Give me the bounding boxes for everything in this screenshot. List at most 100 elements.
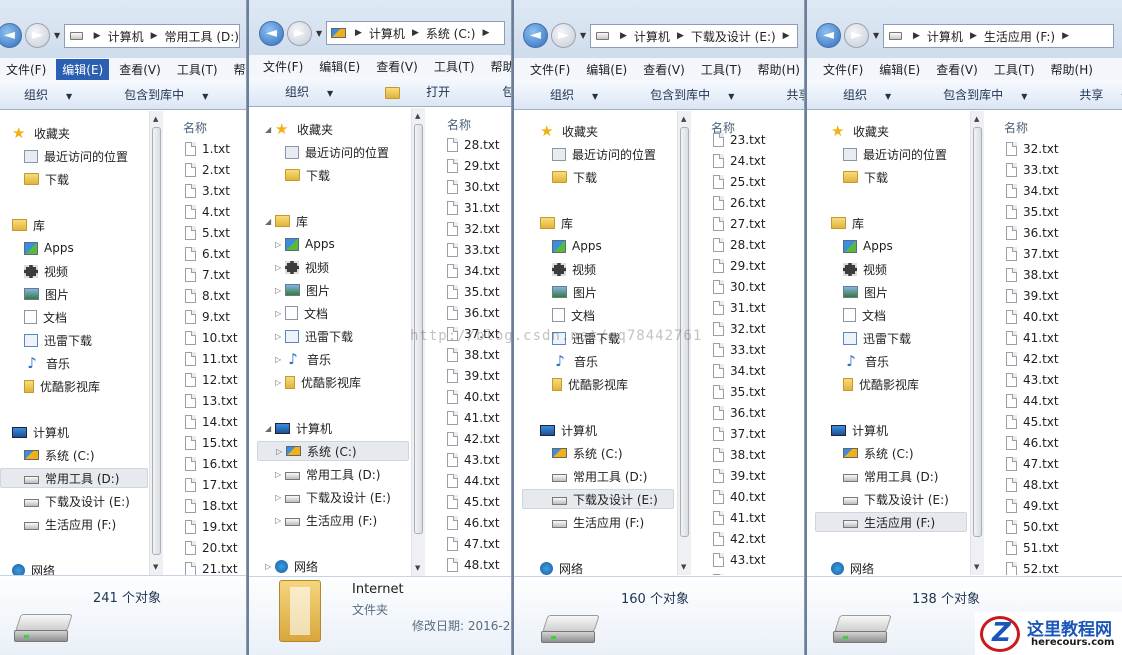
breadcrumb-item[interactable]: 常用工具 (D:) bbox=[165, 28, 239, 45]
file-row[interactable]: 41.txt bbox=[713, 509, 766, 527]
scroll-up-arrow-icon[interactable]: ▲ bbox=[415, 112, 420, 120]
menu-view[interactable]: 查看(V) bbox=[113, 59, 167, 80]
nav-libraries[interactable]: ◢ 库 bbox=[265, 211, 308, 231]
nav-drive-e[interactable]: 下载及设计 (E:) bbox=[522, 489, 674, 509]
breadcrumb[interactable]: ▶ 计算机 ▶ 系统 (C:) ▶ bbox=[326, 21, 505, 45]
nav-downloads[interactable]: 下载 bbox=[843, 167, 888, 187]
nav-drive-d[interactable]: 常用工具 (D:) bbox=[0, 468, 148, 488]
menu-view[interactable]: 查看(V) bbox=[930, 59, 984, 80]
nav-lib-music[interactable]: ▷ ♪ 音乐 bbox=[275, 349, 331, 369]
nav-lib-apps[interactable]: ▷ Apps bbox=[275, 234, 335, 254]
file-row[interactable]: 11.txt bbox=[185, 350, 238, 368]
nav-lib-pictures[interactable]: ▷ 图片 bbox=[275, 280, 330, 300]
organize-button[interactable]: 组织 ▼ bbox=[831, 86, 905, 103]
file-row[interactable]: 36.txt bbox=[713, 404, 766, 422]
menu-edit[interactable]: 编辑(E) bbox=[580, 59, 633, 80]
organize-button[interactable]: 组织 ▼ bbox=[273, 83, 347, 100]
file-row[interactable]: 47.txt bbox=[1006, 455, 1059, 473]
file-row[interactable]: 3.txt bbox=[185, 182, 230, 200]
file-row[interactable]: 41.txt bbox=[447, 409, 500, 427]
scroll-down-arrow-icon[interactable]: ▼ bbox=[974, 563, 979, 571]
file-row[interactable]: 40.txt bbox=[1006, 308, 1059, 326]
file-row[interactable]: 50.txt bbox=[1006, 518, 1059, 536]
include-in-library-button[interactable]: 包含到库中▼ bbox=[112, 86, 222, 103]
recent-pages-dropdown-icon[interactable]: ▼ bbox=[873, 31, 879, 40]
organize-button[interactable]: 组织 ▼ bbox=[538, 86, 612, 103]
file-row[interactable]: 40.txt bbox=[447, 388, 500, 406]
file-row[interactable]: 37.txt bbox=[713, 425, 766, 443]
file-row[interactable]: 32.txt bbox=[447, 220, 500, 238]
nav-drive-e[interactable]: 下载及设计 (E:) bbox=[24, 491, 130, 511]
nav-computer[interactable]: 计算机 bbox=[540, 420, 597, 440]
file-row[interactable]: 35.txt bbox=[713, 383, 766, 401]
file-row[interactable]: 32.txt bbox=[713, 320, 766, 338]
nav-lib-music[interactable]: ♪ 音乐 bbox=[24, 353, 70, 373]
nav-lib-pictures[interactable]: 图片 bbox=[843, 282, 888, 302]
file-row[interactable]: 27.txt bbox=[713, 215, 766, 233]
recent-pages-dropdown-icon[interactable]: ▼ bbox=[580, 31, 586, 40]
file-row[interactable]: 34.txt bbox=[1006, 182, 1059, 200]
column-header-name[interactable]: 名称 bbox=[1004, 119, 1028, 136]
nav-drive-f[interactable]: 生活应用 (F:) bbox=[815, 512, 967, 532]
nav-downloads[interactable]: 下载 bbox=[24, 169, 69, 189]
scroll-thumb[interactable] bbox=[152, 127, 161, 555]
nav-lib-youku[interactable]: 优酷影视库 bbox=[552, 374, 628, 394]
include-in-library-button[interactable]: 包含到库中▼ bbox=[931, 86, 1041, 103]
nav-lib-videos[interactable]: 视频 bbox=[552, 259, 596, 279]
nav-recent-places[interactable]: 最近访问的位置 bbox=[24, 146, 128, 166]
file-row[interactable]: 10.txt bbox=[185, 329, 238, 347]
nav-network[interactable]: 网络 bbox=[540, 558, 583, 575]
nav-computer[interactable]: 计算机 bbox=[831, 420, 888, 440]
nav-network[interactable]: 网络 bbox=[12, 560, 55, 575]
nav-drive-c[interactable]: 系统 (C:) bbox=[24, 445, 95, 465]
nav-libraries[interactable]: 库 bbox=[831, 213, 864, 233]
file-row[interactable]: 49.txt bbox=[1006, 497, 1059, 515]
include-in-library-button[interactable]: 包含到库中▼ bbox=[638, 86, 748, 103]
forward-button[interactable]: ► bbox=[551, 23, 576, 48]
nav-lib-documents[interactable]: 文档 bbox=[24, 307, 67, 327]
nav-lib-thunder[interactable]: 迅雷下载 bbox=[24, 330, 92, 350]
menu-edit[interactable]: 编辑(E) bbox=[313, 56, 366, 77]
file-row[interactable]: 48.txt bbox=[447, 556, 500, 574]
file-row[interactable]: 37.txt bbox=[1006, 245, 1059, 263]
file-row[interactable]: 46.txt bbox=[1006, 434, 1059, 452]
file-row[interactable]: 45.txt bbox=[447, 493, 500, 511]
organize-button[interactable]: 组织 ▼ bbox=[12, 86, 86, 103]
file-row[interactable]: 18.txt bbox=[185, 497, 238, 515]
file-row[interactable]: 9.txt bbox=[185, 308, 230, 326]
file-row[interactable]: 34.txt bbox=[447, 262, 500, 280]
file-row[interactable]: 36.txt bbox=[1006, 224, 1059, 242]
file-row[interactable]: 29.txt bbox=[713, 257, 766, 275]
forward-button[interactable]: ► bbox=[287, 21, 312, 46]
nav-lib-apps[interactable]: Apps bbox=[843, 236, 893, 256]
file-row[interactable]: 33.txt bbox=[447, 241, 500, 259]
file-row[interactable]: 29.txt bbox=[447, 157, 500, 175]
file-row[interactable]: 6.txt bbox=[185, 245, 230, 263]
menu-edit[interactable]: 编辑(E) bbox=[56, 58, 110, 80]
column-header-name[interactable]: 名称 bbox=[447, 116, 471, 133]
breadcrumb[interactable]: ▶ 计算机 ▶ 下载及设计 (E:) ▶ bbox=[590, 24, 798, 48]
file-row[interactable]: 38.txt bbox=[713, 446, 766, 464]
nav-computer[interactable]: ◢ 计算机 bbox=[265, 418, 332, 438]
breadcrumb[interactable]: ▶ 计算机 ▶ 常用工具 (D:) bbox=[64, 24, 240, 48]
nav-lib-thunder[interactable]: 迅雷下载 bbox=[843, 328, 911, 348]
nav-drive-d[interactable]: 常用工具 (D:) bbox=[552, 466, 647, 486]
file-row[interactable]: 25.txt bbox=[713, 173, 766, 191]
nav-network[interactable]: ▷ 网络 bbox=[265, 556, 318, 576]
menu-tools[interactable]: 工具(T) bbox=[171, 59, 224, 80]
scroll-down-arrow-icon[interactable]: ▼ bbox=[153, 563, 158, 571]
nav-favorites[interactable]: ★ 收藏夹 bbox=[540, 121, 598, 141]
file-row[interactable]: 23.txt bbox=[713, 131, 766, 149]
menu-tools[interactable]: 工具(T) bbox=[988, 59, 1041, 80]
file-row[interactable]: 47.txt bbox=[447, 535, 500, 553]
file-row[interactable]: 4.txt bbox=[185, 203, 230, 221]
nav-lib-documents[interactable]: 文档 bbox=[552, 305, 595, 325]
nav-lib-youku[interactable]: 优酷影视库 bbox=[24, 376, 100, 396]
file-row[interactable]: 45.txt bbox=[1006, 413, 1059, 431]
file-row[interactable]: 44.txt bbox=[713, 572, 766, 575]
file-row[interactable]: 24.txt bbox=[713, 152, 766, 170]
file-row[interactable]: 31.txt bbox=[447, 199, 500, 217]
recent-pages-dropdown-icon[interactable]: ▼ bbox=[54, 31, 60, 40]
nav-lib-youku[interactable]: ▷ 优酷影视库 bbox=[275, 372, 361, 392]
file-row[interactable]: 21.txt bbox=[185, 560, 238, 575]
